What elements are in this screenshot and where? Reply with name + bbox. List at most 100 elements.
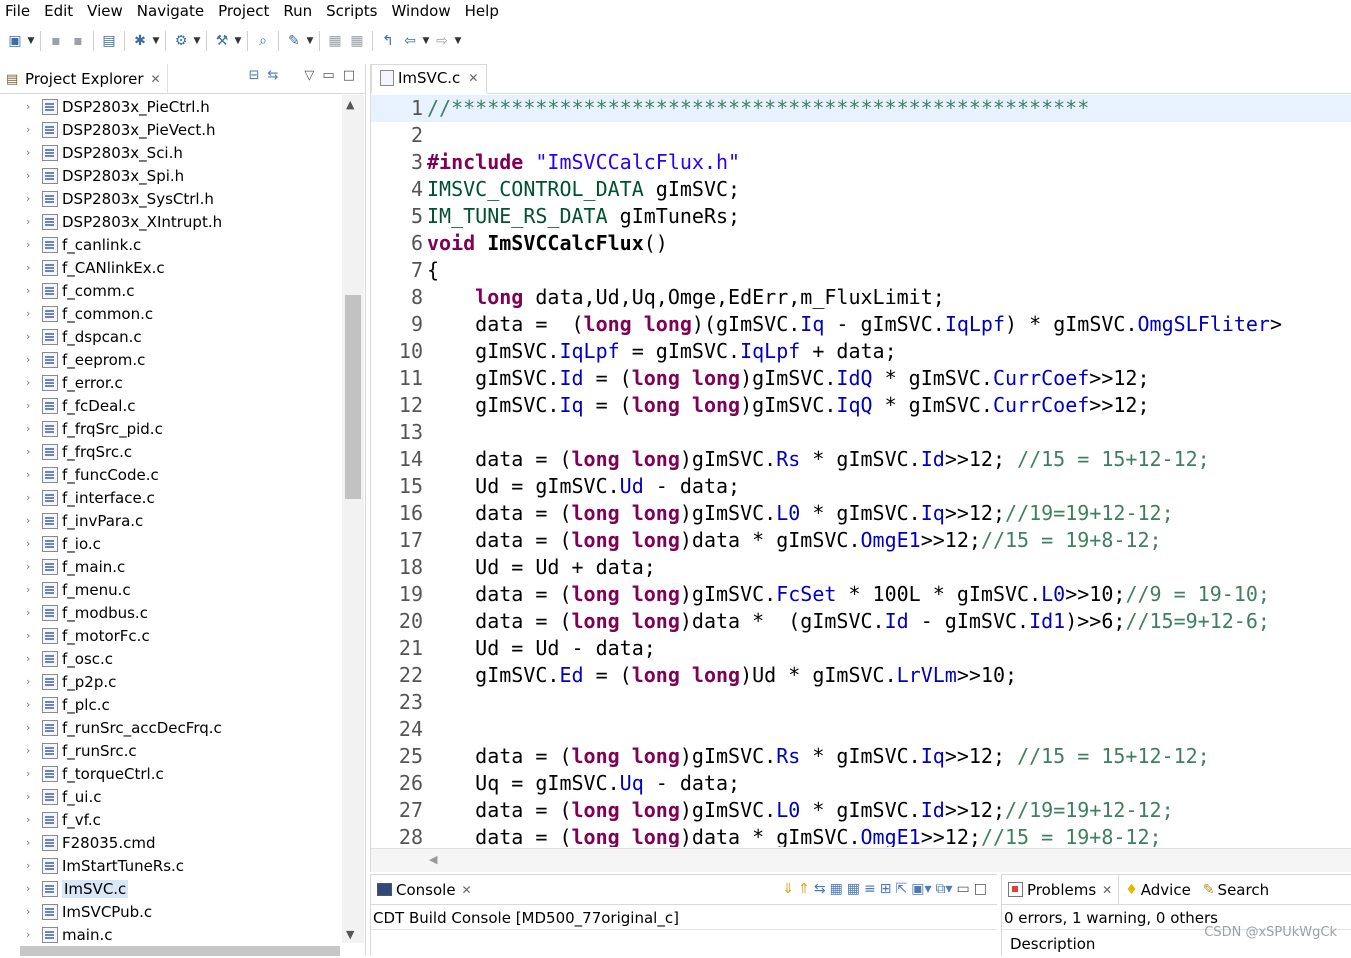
tree-item[interactable]: › f_CANlinkEx.c <box>0 256 342 279</box>
tab-console[interactable]: Console ✕ <box>371 875 478 905</box>
debug-dropdown-icon[interactable]: ▼ <box>151 36 161 46</box>
link-icon[interactable]: ⇆ <box>814 881 826 897</box>
menu-scripts[interactable]: Scripts <box>321 1 386 21</box>
menu-edit[interactable]: Edit <box>39 1 82 21</box>
close-icon[interactable]: ✕ <box>462 883 472 897</box>
tab-problems[interactable]: Problems ✕ <box>1002 874 1120 905</box>
chevron-right-icon[interactable]: › <box>26 790 42 803</box>
maximize-icon[interactable]: □ <box>343 68 355 83</box>
new-dropdown-icon[interactable]: ▼ <box>26 36 36 46</box>
chevron-right-icon[interactable]: › <box>26 560 42 573</box>
tree-item[interactable]: › f_ui.c <box>0 785 342 808</box>
copy-icon[interactable]: ▦ <box>847 881 860 897</box>
tab-search[interactable]: ✎ Search <box>1197 875 1275 905</box>
chevron-right-icon[interactable]: › <box>26 721 42 734</box>
tab-project-explorer[interactable]: ▤ Project Explorer ✕ <box>0 63 168 94</box>
close-icon[interactable]: ✕ <box>1102 883 1112 897</box>
menu-help[interactable]: Help <box>460 1 508 21</box>
chevron-right-icon[interactable]: › <box>26 330 42 343</box>
collapse-all-icon[interactable]: ⊟ <box>249 68 260 83</box>
tree-item[interactable]: › f_dspcan.c <box>0 325 342 348</box>
chevron-right-icon[interactable]: › <box>26 422 42 435</box>
close-icon[interactable]: ✕ <box>468 71 478 85</box>
marker-icon[interactable]: ✎ <box>283 30 305 52</box>
chevron-right-icon[interactable]: › <box>26 882 42 895</box>
back-dropdown-icon[interactable]: ▼ <box>421 36 431 46</box>
save-icon[interactable]: ▪ <box>45 30 67 52</box>
menu-file[interactable]: File <box>0 1 39 21</box>
tree-item[interactable]: › f_eeprom.c <box>0 348 342 371</box>
chevron-right-icon[interactable]: › <box>26 813 42 826</box>
tree-item[interactable]: › f_p2p.c <box>0 670 342 693</box>
tree-item[interactable]: › f_io.c <box>0 532 342 555</box>
forward-icon[interactable]: ⇨ <box>431 30 453 52</box>
tree-item[interactable]: › DSP2803x_PieCtrl.h <box>0 95 342 118</box>
chevron-right-icon[interactable]: › <box>26 169 42 182</box>
tree-item[interactable]: › f_canlink.c <box>0 233 342 256</box>
chevron-right-icon[interactable]: › <box>26 215 42 228</box>
tree-item[interactable]: › f_interface.c <box>0 486 342 509</box>
save-all-icon[interactable]: ▪ <box>67 30 89 52</box>
tree-item[interactable]: › f_invPara.c <box>0 509 342 532</box>
chevron-right-icon[interactable]: › <box>26 928 42 941</box>
chevron-right-icon[interactable]: › <box>26 284 42 297</box>
open-console-icon[interactable]: ⇱ <box>896 881 908 897</box>
marker-dropdown-icon[interactable]: ▼ <box>305 36 315 46</box>
tree-item[interactable]: › f_plc.c <box>0 693 342 716</box>
next-annotation-icon[interactable]: ▦ <box>324 30 346 52</box>
tree-item[interactable]: › DSP2803x_SysCtrl.h <box>0 187 342 210</box>
tree-item[interactable]: › f_runSrc.c <box>0 739 342 762</box>
flash-dropdown-icon[interactable]: ▼ <box>192 36 202 46</box>
tree-item[interactable]: › f_fcDeal.c <box>0 394 342 417</box>
prev-annotation-icon[interactable]: ▦ <box>346 30 368 52</box>
chevron-right-icon[interactable]: › <box>26 583 42 596</box>
scrollbar-thumb[interactable] <box>345 295 361 499</box>
menu-navigate[interactable]: Navigate <box>132 1 213 21</box>
chevron-right-icon[interactable]: › <box>26 537 42 550</box>
link-editor-icon[interactable]: ⇆ <box>268 68 279 83</box>
forward-dropdown-icon[interactable]: ▼ <box>453 36 463 46</box>
close-icon[interactable]: ✕ <box>151 72 161 86</box>
chevron-right-icon[interactable]: › <box>26 744 42 757</box>
chevron-right-icon[interactable]: › <box>26 146 42 159</box>
debug-icon[interactable]: ✱ <box>129 30 151 52</box>
scroll-lock-up-icon[interactable]: ⇑ <box>798 881 810 897</box>
tab-advice[interactable]: ♦ Advice <box>1119 875 1197 905</box>
tree-item[interactable]: › ImStartTuneRs.c <box>0 854 342 877</box>
chevron-right-icon[interactable]: › <box>26 836 42 849</box>
flash-icon[interactable]: ⚙ <box>170 30 192 52</box>
tree-item[interactable]: › f_runSrc_accDecFrq.c <box>0 716 342 739</box>
scroll-left-icon[interactable]: ◀ <box>429 853 437 866</box>
chevron-right-icon[interactable]: › <box>26 376 42 389</box>
tree-item[interactable]: › f_funcCode.c <box>0 463 342 486</box>
chevron-right-icon[interactable]: › <box>26 468 42 481</box>
editor-horizontal-scrollbar[interactable]: ◀ <box>371 848 1351 872</box>
chevron-right-icon[interactable]: › <box>26 652 42 665</box>
chevron-right-icon[interactable]: › <box>26 261 42 274</box>
menu-window[interactable]: Window <box>386 1 459 21</box>
word-wrap-icon[interactable]: ≡ <box>864 881 876 897</box>
chevron-right-icon[interactable]: › <box>26 629 42 642</box>
chevron-right-icon[interactable]: › <box>26 859 42 872</box>
chevron-right-icon[interactable]: › <box>26 445 42 458</box>
new-console-icon[interactable]: ⧉▾ <box>936 881 953 897</box>
chevron-right-icon[interactable]: › <box>26 307 42 320</box>
chevron-right-icon[interactable]: › <box>26 123 42 136</box>
chevron-right-icon[interactable]: › <box>26 675 42 688</box>
tree-item[interactable]: › f_common.c <box>0 302 342 325</box>
maximize-icon[interactable]: □ <box>974 881 987 897</box>
chevron-right-icon[interactable]: › <box>26 606 42 619</box>
tree-item[interactable]: › f_torqueCtrl.c <box>0 762 342 785</box>
search-icon[interactable]: ⌕ <box>252 30 274 52</box>
chevron-right-icon[interactable]: › <box>26 238 42 251</box>
tree-item[interactable]: › DSP2803x_PieVect.h <box>0 118 342 141</box>
tree-item[interactable]: › f_modbus.c <box>0 601 342 624</box>
tree-item[interactable]: › f_motorFc.c <box>0 624 342 647</box>
menu-project[interactable]: Project <box>213 1 278 21</box>
view-menu-icon[interactable]: ▽ <box>304 68 314 83</box>
clear-console-icon[interactable]: ▦ <box>830 881 843 897</box>
tree-item[interactable]: › ImSVC.c <box>0 877 342 900</box>
pin-icon[interactable]: ⊞ <box>880 881 892 897</box>
tree-item[interactable]: › f_frqSrc_pid.c <box>0 417 342 440</box>
chevron-right-icon[interactable]: › <box>26 100 42 113</box>
